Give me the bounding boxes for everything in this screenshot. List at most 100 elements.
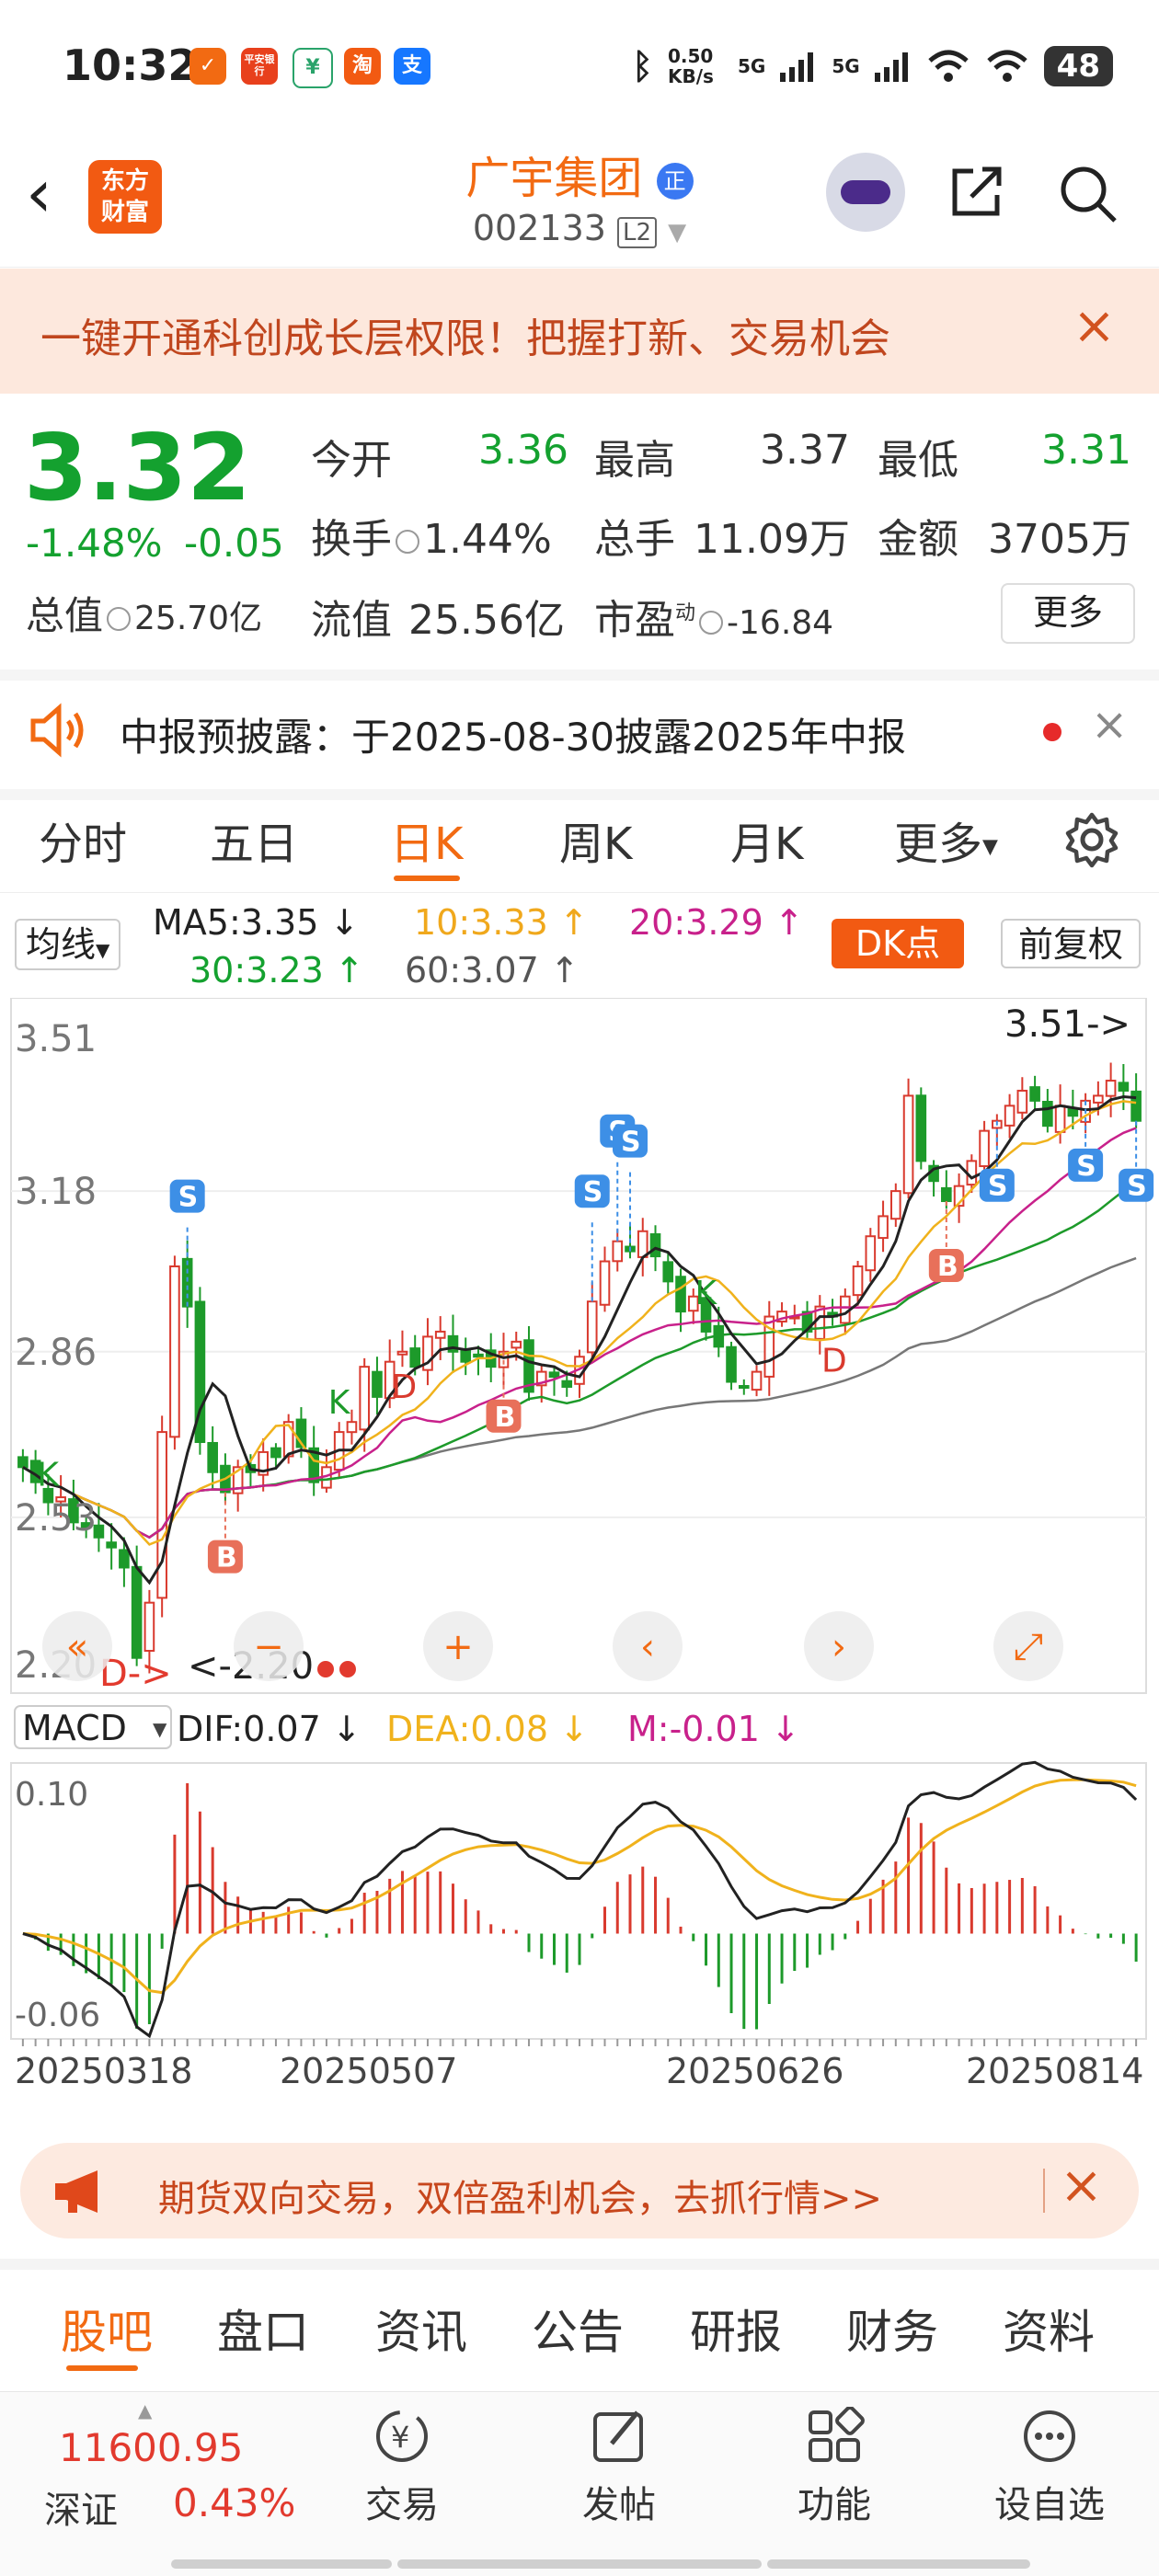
nav-functions[interactable]: 功能	[765, 2407, 903, 2528]
signal-letter: K	[695, 1275, 718, 1312]
info-icon	[396, 530, 419, 554]
status-indicators: ᛒ 0.50 KB/s 5G 5G 48	[632, 40, 1113, 92]
unread-dot	[1043, 723, 1061, 741]
futures-banner[interactable]: 期货双向交易，双倍盈利机会，去抓行情>> ×	[20, 2143, 1139, 2238]
float-cap-label: 流值	[311, 597, 392, 644]
tab-guba[interactable]: 股吧	[61, 2296, 153, 2362]
change-percent: -1.48%	[26, 521, 163, 566]
close-icon[interactable]: ×	[1091, 699, 1128, 750]
float-cap-value: 25.56亿	[408, 597, 565, 644]
candle-body	[751, 1370, 763, 1391]
date-label-4: 20250814	[966, 2051, 1143, 2091]
gear-icon[interactable]	[1061, 809, 1122, 870]
nav-trade[interactable]: ¥ 交易	[333, 2407, 471, 2528]
tab-more[interactable]: 更多▼	[894, 807, 998, 872]
indicator-select-label: 均线	[26, 924, 97, 965]
nav-watchlist-label: 设自选	[994, 2484, 1105, 2526]
candle-body	[17, 1456, 29, 1469]
tab-finance[interactable]: 财务	[846, 2296, 938, 2362]
marker-label: S	[621, 1127, 641, 1159]
svg-text:¥: ¥	[391, 2420, 409, 2455]
candle-body	[915, 1094, 927, 1162]
tab-daily-k[interactable]: 日K	[390, 807, 463, 872]
candle-body	[1130, 1090, 1142, 1122]
marker-label: S	[988, 1171, 1008, 1203]
dk-point-button[interactable]: DK点	[832, 919, 964, 968]
nav-post[interactable]: 发帖	[550, 2407, 688, 2528]
promo-banner[interactable]: 一键开通科创成长层权限！把握打新、交易机会 ×	[0, 269, 1159, 394]
signal-bars-icon-2	[874, 52, 908, 82]
nav-control-glyph: −	[253, 1626, 284, 1668]
tab-weekly-k[interactable]: 周K	[559, 807, 632, 872]
amount-value: 3705万	[988, 516, 1131, 563]
candle-body	[156, 1431, 167, 1599]
tab-news[interactable]: 资讯	[375, 2296, 467, 2362]
nav-post-label: 发帖	[582, 2484, 656, 2526]
open-value: 3.36	[478, 427, 568, 474]
promo-banner-text: 一键开通科创成长层权限！把握打新、交易机会	[40, 315, 890, 362]
moving-average-row: 均线▼ MA5:3.35 ↓ 10:3.33 ↑ 20:3.29 ↑ 30:3.…	[0, 897, 1159, 998]
macd-m: M:-0.01 ↓	[627, 1709, 800, 1749]
nav-control-glyph: +	[442, 1626, 474, 1668]
disclosure-notice[interactable]: 中报预披露：于2025-08-30披露2025年中报 ×	[0, 670, 1159, 800]
nav-watchlist[interactable]: 设自选	[981, 2407, 1119, 2528]
nav-control-glyph: ⤢	[1014, 1626, 1043, 1668]
tab-five-day[interactable]: 五日	[210, 807, 298, 872]
candle-body	[1118, 1082, 1130, 1092]
tab-profile[interactable]: 资料	[1003, 2296, 1095, 2362]
tab-intraday[interactable]: 分时	[39, 807, 127, 872]
ai-assistant-icon[interactable]	[826, 153, 905, 232]
share-icon[interactable]	[947, 162, 1006, 221]
tab-research[interactable]: 研报	[690, 2296, 782, 2362]
y-tick-label: 2.53	[15, 1497, 97, 1540]
y-tick-label: 2.86	[15, 1332, 97, 1374]
pe-label: 市盈	[594, 597, 675, 644]
candle-body	[282, 1421, 294, 1458]
nav-functions-label: 功能	[798, 2484, 871, 2526]
chart-period-tabs: 分时 五日 日K 周K 月K 更多▼	[0, 791, 1159, 893]
candle-body	[738, 1385, 750, 1390]
bluetooth-icon: ᛒ	[632, 46, 653, 86]
candle-body	[649, 1233, 661, 1258]
volume-label: 总手	[594, 516, 675, 563]
more-button[interactable]: 更多	[1001, 583, 1135, 644]
close-icon[interactable]: ×	[1060, 2156, 1103, 2215]
app-notification-icon: ✓	[189, 48, 226, 85]
more-dots-icon	[1024, 2410, 1075, 2462]
total-cap-label: 总值	[26, 593, 104, 638]
macd-y-top: 0.10	[15, 1776, 88, 1814]
turnover[interactable]: 换手 1.44%	[311, 506, 552, 565]
candle-body	[726, 1345, 737, 1383]
close-icon[interactable]: ×	[1073, 296, 1116, 356]
candle-body	[966, 1160, 978, 1186]
index-value: 11600.95	[59, 2425, 244, 2470]
open-label: 今开	[311, 437, 392, 484]
candle-body	[586, 1300, 598, 1354]
ma10-value: 10:3.33 ↑	[414, 902, 589, 943]
search-icon[interactable]	[1056, 162, 1120, 226]
indicator-select[interactable]: 均线▼	[15, 919, 121, 970]
candle-body	[473, 1353, 484, 1358]
macd-dif: DIF:0.07 ↓	[177, 1709, 361, 1749]
candle-body	[359, 1366, 371, 1431]
tab-pankou[interactable]: 盘口	[217, 2296, 309, 2362]
kline-chart[interactable]: SBBSSSBSSSKKDKD 3.513.182.862.532.20 3.5…	[0, 998, 1159, 2120]
marker-label: B	[494, 1402, 515, 1434]
high-value: 3.37	[760, 427, 850, 474]
pingan-bank-icon: 平安银行	[241, 48, 278, 85]
bottom-nav: ▲ 11600.95 深证 0.43% ¥ 交易 发帖 功能 设自选	[0, 2391, 1159, 2576]
futures-banner-text: 期货双向交易，双倍盈利机会，去抓行情>>	[158, 2178, 883, 2220]
signal-letter: K	[37, 1457, 60, 1494]
candle-body	[1016, 1089, 1028, 1114]
status-time: 10:32	[63, 40, 198, 90]
candle-body	[890, 1190, 901, 1220]
candle-body	[143, 1601, 155, 1652]
total-cap[interactable]: 总值 25.70亿	[26, 585, 262, 641]
tab-announcements[interactable]: 公告	[532, 2296, 624, 2362]
index-name: 深证	[44, 2490, 118, 2532]
signal-letter: D	[821, 1343, 847, 1380]
pe[interactable]: 市盈动 -16.84	[594, 587, 833, 646]
marker-label: B	[937, 1251, 958, 1283]
tab-monthly-k[interactable]: 月K	[730, 807, 803, 872]
adjust-button[interactable]: 前复权	[1001, 919, 1141, 968]
